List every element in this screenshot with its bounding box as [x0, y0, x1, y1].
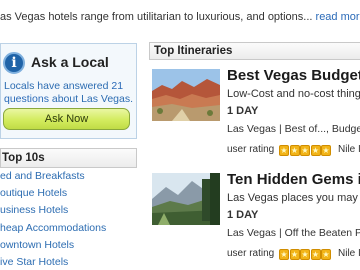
itinerary-subtitle: Las Vegas places you may n: [227, 192, 360, 204]
star-rating-icon: ★ ★ ★ ★ ★: [279, 145, 331, 156]
itinerary-author-link[interactable]: Nile I: [338, 248, 360, 259]
itinerary-author-link[interactable]: Nile I: [338, 144, 360, 155]
top10-item[interactable]: usiness Hotels: [0, 202, 137, 219]
intro-body: as Vegas hotels range from utilitarian t…: [0, 11, 313, 23]
top-10s-panel: Top 10s ed and Breakfasts outique Hotels…: [0, 148, 137, 270]
user-rating: user rating ★ ★ ★ ★ ★ Nile I: [227, 248, 360, 262]
read-more-link[interactable]: read more: [316, 11, 360, 23]
star-rating-icon: ★ ★ ★ ★ ★: [279, 249, 331, 260]
info-icon: i: [3, 52, 25, 74]
ask-a-local-description: Locals have answered 21 questions about L…: [4, 80, 136, 106]
itinerary-title-link[interactable]: Best Vegas Budget: [227, 67, 360, 84]
mountain-meadow-photo[interactable]: [152, 173, 220, 225]
itinerary-card: Best Vegas Budget Low-Cost and no-cost t…: [149, 64, 360, 164]
itinerary-subtitle: Low-Cost and no-cost things: [227, 88, 360, 100]
questions-link[interactable]: questions: [4, 93, 49, 105]
top10-item[interactable]: heap Accommodations: [0, 220, 137, 237]
intro-text: as Vegas hotels range from utilitarian t…: [0, 11, 360, 27]
ask-a-local-header: i Ask a Local: [1, 52, 138, 74]
top10-item[interactable]: owntown Hotels: [0, 237, 137, 254]
itinerary-card: Ten Hidden Gems i Las Vegas places you m…: [149, 168, 360, 268]
ask-text-before: Locals have answered: [4, 80, 112, 92]
user-rating: user rating ★ ★ ★ ★ ★ Nile I: [227, 144, 360, 158]
top-10s-title: Top 10s: [0, 148, 137, 168]
user-rating-label: user rating: [227, 144, 275, 155]
itinerary-tags[interactable]: Las Vegas | Off the Beaten P: [227, 227, 360, 239]
itinerary-duration: 1 DAY: [227, 105, 259, 117]
top10-item[interactable]: ed and Breakfasts: [0, 168, 137, 185]
itinerary-duration: 1 DAY: [227, 209, 259, 221]
top-itineraries-title: Top Itineraries: [149, 42, 360, 60]
itinerary-title-link[interactable]: Ten Hidden Gems i: [227, 171, 360, 188]
user-rating-label: user rating: [227, 248, 275, 259]
answer-count-link[interactable]: 21: [111, 80, 123, 92]
ask-now-button[interactable]: Ask Now: [3, 108, 130, 130]
desert-canyon-photo[interactable]: [152, 69, 220, 121]
top10-item[interactable]: ive Star Hotels: [0, 254, 137, 270]
top-itineraries-panel: Top Itineraries Best Vegas Budget Low-Co…: [149, 42, 360, 270]
ask-text-after: about Las Vegas.: [48, 93, 134, 105]
top10-item[interactable]: outique Hotels: [0, 185, 137, 202]
itinerary-tags[interactable]: Las Vegas | Best of..., Budge: [227, 123, 360, 135]
top-10s-list: ed and Breakfasts outique Hotels usiness…: [0, 168, 137, 270]
ask-a-local-title: Ask a Local: [31, 54, 109, 70]
